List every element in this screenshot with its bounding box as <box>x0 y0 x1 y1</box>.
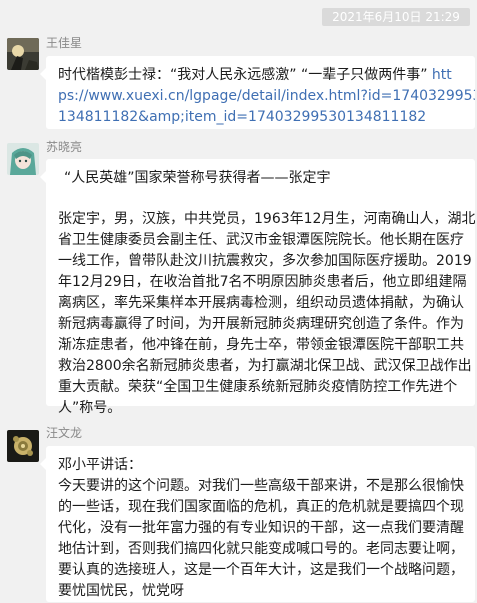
avatar[interactable] <box>7 430 39 462</box>
message-text-line: 代化，没有一批年富力强的有专业知识的干部，这一点我们要清醒 <box>58 520 464 536</box>
message-bubble[interactable]: “人民英雄”国家荣誉称号获得者——张定宇 张定宇，男，汉族，中共党员，1963年… <box>40 159 475 416</box>
message-text-line: “人民英雄”国家荣誉称号获得者——张定宇 <box>64 170 331 186</box>
message-text-line: 省卫生健康委员会副主任、武汉市金银潭医院院长。他长期在医疗 <box>58 232 464 248</box>
avatar[interactable] <box>7 143 39 175</box>
message-text-line: 一线工作，曾带队赴汶川抗震救灾，多次参加国际医疗援助。2019 <box>58 253 472 269</box>
sender-name: 汪文龙 <box>46 426 83 440</box>
sender-name: 苏晓亮 <box>46 140 83 154</box>
avatar-flower-icon <box>7 430 39 462</box>
avatar[interactable] <box>7 38 39 70</box>
message-text-line: 渐冻症患者，他冲锋在前，身先士卒，带领金银潭医院干部职工共 <box>58 337 464 353</box>
message-text-line: 年12月29日，在收治首批7名不明原因肺炎患者后，他立即组建隔 <box>58 274 467 290</box>
message-text-line: 的一些话，现在我们国家面临的危机，真正的危机就是要搞四个现 <box>58 499 464 515</box>
message-link[interactable]: ps://www.xuexi.cn/lgpage/detail/index.ht… <box>58 86 475 107</box>
message-text-line: 地估计到，否则我们搞四化就只能变成喊口号的。老同志要让啊， <box>58 541 464 557</box>
message-link[interactable]: 134811182&amp;item_id=174032995301348111… <box>58 107 475 128</box>
message-text-line: 救治2800余名新冠肺炎患者，为打赢湖北保卫战、武汉保卫战作出 <box>58 358 472 374</box>
avatar-anime-icon <box>7 143 39 175</box>
message-text-line: 今天要讲的这个问题。对我们一些高级干部来讲，不是那么很愉快 <box>58 478 464 494</box>
message-text-line: 邓小平讲话： <box>58 457 142 473</box>
avatar-silhouette-icon <box>7 38 39 70</box>
message-text-line: 人”称号。 <box>58 400 122 416</box>
message-bubble[interactable]: 邓小平讲话： 今天要讲的这个问题。对我们一些高级干部来讲，不是那么很愉快 的一些… <box>40 446 475 602</box>
message-link[interactable]: htt <box>432 67 452 83</box>
message-text-line: 要认真的选接班人，这是一个百年大计，这是我们一个战略问题， <box>58 562 464 578</box>
message-text-line: 离病区，率先采集样本开展病毒检测，组织动员遗体捐献，为确认 <box>58 295 464 311</box>
sender-name: 王佳星 <box>46 36 83 50</box>
message-bubble[interactable]: 时代楷模彭士禄：“我对人民永远感激” “一辈子只做两件事” htt ps://w… <box>40 56 475 129</box>
message-text-line: 要忧国忧民，忧党呀 <box>58 583 184 599</box>
message-text-line: 重大贡献。荣获“全国卫生健康系统新冠肺炎疫情防控工作先进个 <box>58 379 458 395</box>
message-text-line: 时代楷模彭士禄：“我对人民永远感激” “一辈子只做两件事” htt <box>58 67 452 83</box>
message-text-line: 新冠病毒赢得了时间，为开展新冠肺炎病理研究创造了条件。作为 <box>58 316 464 332</box>
message-text-line: 张定宇，男，汉族，中共党员，1963年12月生，河南确山人，湖北 <box>58 211 475 227</box>
timestamp-badge: 2021年6月10日 21:29 <box>322 8 470 26</box>
